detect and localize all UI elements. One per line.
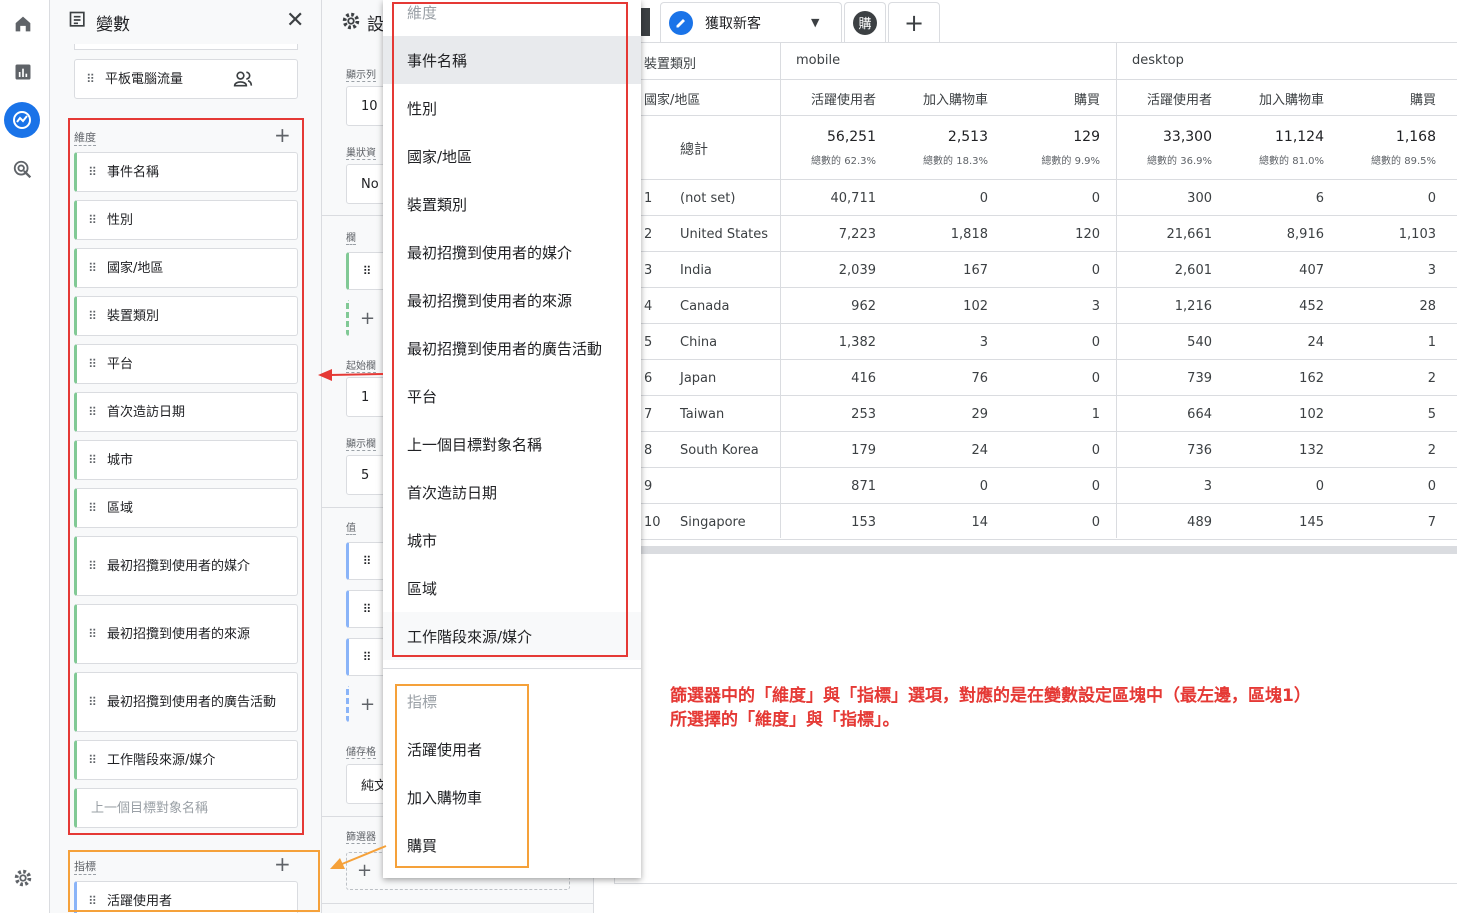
annotation-line-2: 所選擇的「維度」與「指標」。	[670, 710, 900, 730]
annotation-text: 篩選器中的「維度」與「指標」選項，對應的是在變數設定區塊中（最左邊，區塊1） 所…	[670, 684, 1311, 732]
annotation-line-1: 篩選器中的「維度」與「指標」選項，對應的是在變數設定區塊中（最左邊，區塊1）	[670, 686, 1311, 706]
red-arrow-line	[329, 373, 384, 376]
orange-arrow-line	[341, 845, 387, 865]
annotation-arrows	[318, 369, 387, 869]
red-arrow-head	[318, 369, 332, 381]
